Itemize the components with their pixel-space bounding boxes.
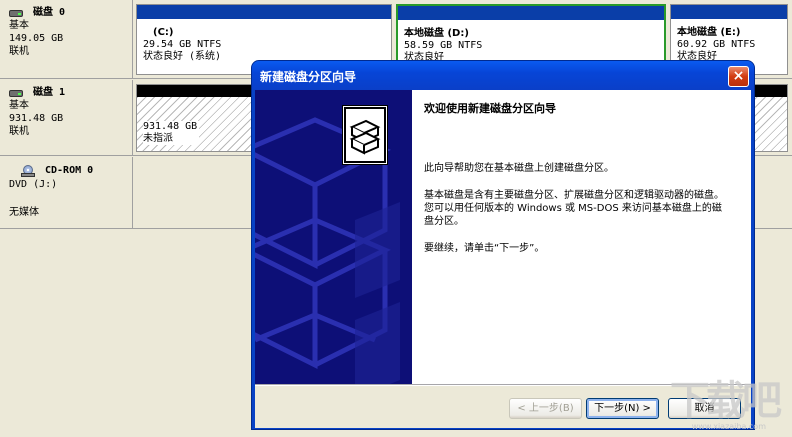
cd-drive-icon: [21, 165, 35, 177]
wizard-heading: 欢迎使用新建磁盘分区向导: [424, 102, 556, 115]
disk-0-status: 联机: [9, 46, 29, 57]
partition-e-label: 本地磁盘 (E:): [677, 27, 741, 38]
cdrom-drive: DVD (J:): [9, 179, 58, 190]
wizard-paragraph-2: 基本磁盘是含有主要磁盘分区、扩展磁盘分区和逻辑驱动器的磁盘。您可以用任何版本的 …: [424, 190, 724, 227]
partition-d-label: 本地磁盘 (D:): [404, 28, 469, 39]
cdrom-title: CD-ROM 0: [45, 165, 94, 176]
cdrom-info[interactable]: CD-ROM 0 DVD (J:) 无媒体: [0, 157, 133, 228]
wizard-titlebar[interactable]: 新建磁盘分区向导 ×: [252, 61, 754, 90]
hard-disk-icon: [9, 88, 23, 98]
partition-c-size: 29.54 GB NTFS: [143, 39, 222, 50]
cdrom-status: 无媒体: [9, 207, 39, 218]
wizard-paragraph-3: 要继续，请单击“下一步”。: [424, 243, 545, 254]
disk-0-type: 基本: [9, 20, 29, 31]
wizard-content: 欢迎使用新建磁盘分区向导 此向导帮助您在基本磁盘上创建磁盘分区。 基本磁盘是含有…: [342, 90, 751, 384]
wizard-title: 新建磁盘分区向导: [260, 70, 357, 84]
disk-1-size: 931.48 GB: [9, 113, 64, 124]
partition-e-size: 60.92 GB NTFS: [677, 39, 756, 50]
unallocated-size: 931.48 GB: [143, 121, 198, 132]
disk-1-status: 联机: [9, 126, 29, 137]
disk-0-size: 149.05 GB: [9, 33, 64, 44]
wizard-side-panel: [255, 90, 412, 384]
partition-c-status: 状态良好 (系统): [143, 51, 222, 62]
disk-1-info[interactable]: 磁盘 1 基本 931.48 GB 联机: [0, 80, 133, 155]
wizard-paragraph-1: 此向导帮助您在基本磁盘上创建磁盘分区。: [424, 163, 614, 174]
watermark-url: www.xiazaiba.com: [691, 422, 766, 431]
partition-c-label: (C:): [153, 27, 174, 38]
disk-0-title: 磁盘 0: [33, 7, 66, 18]
wizard-disk-icon: [342, 105, 388, 165]
next-button[interactable]: 下一步(N) >: [586, 398, 659, 419]
stacked-disks-illustration: [255, 117, 400, 384]
disk-1-type: 基本: [9, 100, 29, 111]
hard-disk-icon: [9, 8, 23, 18]
disk-1-title: 磁盘 1: [33, 87, 66, 98]
back-button[interactable]: < 上一步(B): [509, 398, 582, 419]
unallocated-status: 未指派: [143, 133, 173, 144]
partition-d-size: 58.59 GB NTFS: [404, 40, 483, 51]
close-button[interactable]: ×: [728, 66, 749, 87]
watermark-logo: 下载吧: [670, 378, 782, 424]
disk-0-info[interactable]: 磁盘 0 基本 149.05 GB 联机: [0, 0, 133, 78]
